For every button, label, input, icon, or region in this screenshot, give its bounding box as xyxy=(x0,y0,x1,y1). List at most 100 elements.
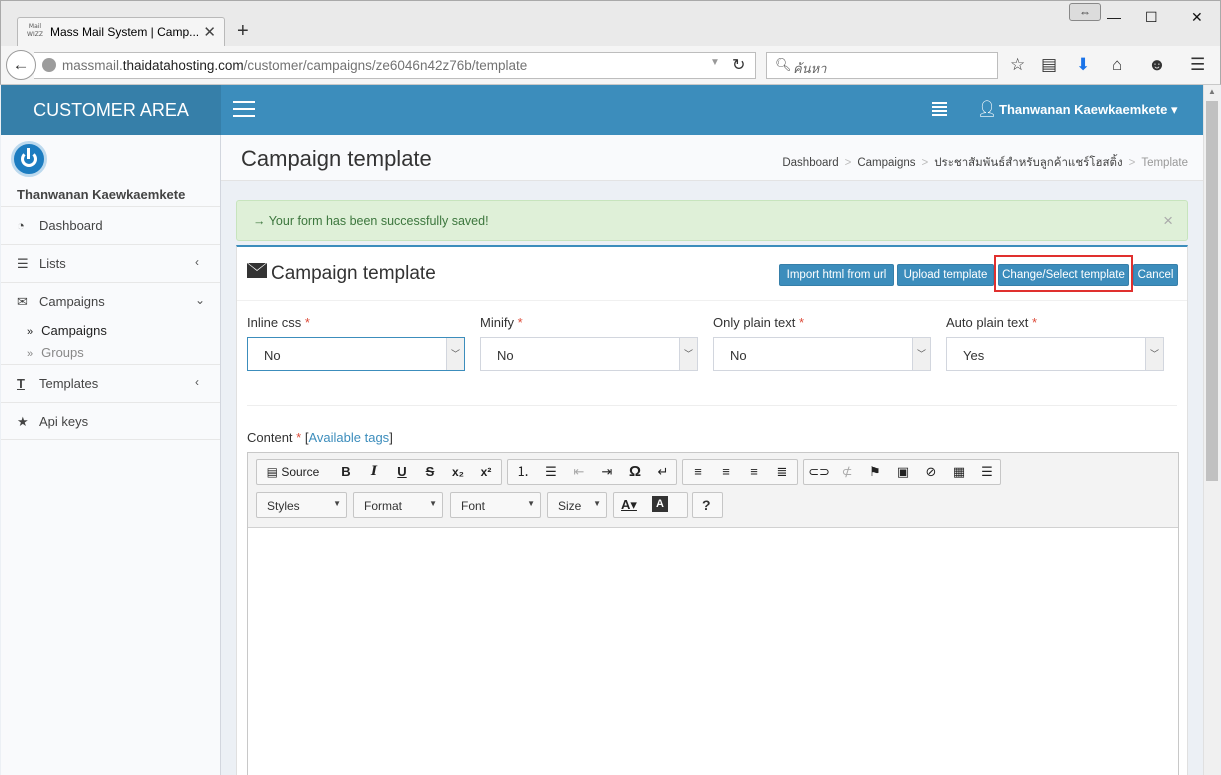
reading-list-icon[interactable]: ▤ xyxy=(1041,55,1057,75)
minify-label: Minify * xyxy=(480,315,523,330)
outdent-icon[interactable]: ⇤ xyxy=(568,463,590,481)
home-icon[interactable]: ⌂ xyxy=(1112,55,1122,75)
superscript-icon[interactable]: x² xyxy=(475,463,497,481)
minimize-button[interactable]: — xyxy=(1107,9,1121,25)
bg-color-icon[interactable]: A xyxy=(652,496,668,512)
color-combo: A▾ A xyxy=(613,492,688,518)
logo[interactable]: CUSTOMER AREA xyxy=(1,85,221,135)
window-close-button[interactable]: ✕ xyxy=(1191,9,1203,26)
numbered-list-icon[interactable]: ⒈ xyxy=(512,463,534,481)
only-plain-text-label: Only plain text * xyxy=(713,315,805,330)
alert-close-icon[interactable]: × xyxy=(1163,211,1173,231)
list-view-icon[interactable] xyxy=(932,102,947,116)
tab-close-icon[interactable]: ✕ xyxy=(203,23,216,41)
table-icon[interactable]: ▦ xyxy=(948,463,970,481)
template-box: Campaign template Import html from url U… xyxy=(236,245,1188,775)
sidebar-item-campaigns[interactable]: ✉ Campaigns ⌄ » Campaigns » Groups xyxy=(1,282,220,368)
source-button[interactable]: ▤ Source xyxy=(261,463,325,481)
alert-text: → Your form has been successfully saved! xyxy=(253,214,489,228)
chevron-down-icon: ⌄ xyxy=(195,293,206,307)
sidebar-subitem-groups[interactable]: » Groups xyxy=(27,345,84,360)
underline-icon[interactable]: U xyxy=(391,463,413,481)
editor-content-area[interactable] xyxy=(248,529,1178,775)
scroll-thumb[interactable] xyxy=(1206,101,1218,481)
strikethrough-icon[interactable]: S xyxy=(419,463,441,481)
download-icon[interactable]: ⬇ xyxy=(1076,55,1090,75)
link-icon[interactable]: ⊂⊃ xyxy=(808,463,830,481)
indent-icon[interactable]: ⇥ xyxy=(596,463,618,481)
rich-text-editor: ▤ Source B I U S x₂ x² ⒈ ☰ ⇤ ⇥ Ω ↵ ≡ ≡ ≡… xyxy=(247,452,1179,775)
url-text[interactable]: massmail.thaidatahosting.com/customer/ca… xyxy=(62,58,527,73)
unlink-icon[interactable]: ⊄ xyxy=(836,463,858,481)
image-icon[interactable]: ▣ xyxy=(892,463,914,481)
sidebar-item-label: Templates xyxy=(39,376,99,391)
bookmark-star-icon[interactable]: ☆ xyxy=(1010,55,1025,75)
font-combo[interactable]: Font ▼ xyxy=(450,492,541,518)
scroll-up-icon[interactable]: ▲ xyxy=(1208,87,1216,96)
success-alert: → Your form has been successfully saved!… xyxy=(236,200,1188,241)
breadcrumb-campaigns[interactable]: Campaigns xyxy=(857,157,915,169)
inline-css-select[interactable]: No ﹀ xyxy=(247,337,465,371)
minify-select[interactable]: No ﹀ xyxy=(480,337,698,371)
sidebar-item-templates[interactable]: T Templates ‹ xyxy=(1,364,220,402)
url-dropdown-icon[interactable]: ▼ xyxy=(710,57,720,68)
italic-icon[interactable]: I xyxy=(363,463,385,481)
bold-icon[interactable]: B xyxy=(335,463,357,481)
size-combo[interactable]: Size ▼ xyxy=(547,492,607,518)
page-break-icon[interactable]: ↵ xyxy=(652,463,674,481)
back-button[interactable]: ← xyxy=(6,50,36,80)
text-icon: T xyxy=(17,376,25,391)
reload-icon[interactable]: ↻ xyxy=(732,55,745,75)
anchor-flag-icon[interactable]: ⚑ xyxy=(864,463,886,481)
auto-plain-text-select[interactable]: Yes ﹀ xyxy=(946,337,1164,371)
sidebar-item-dashboard[interactable]: ◔ Dashboard xyxy=(1,206,220,244)
only-plain-text-select[interactable]: No ﹀ xyxy=(713,337,931,371)
sidebar-subitem-campaigns[interactable]: » Campaigns xyxy=(27,323,107,338)
horizontal-line-icon[interactable]: ☰ xyxy=(976,463,998,481)
globe-icon xyxy=(42,58,56,72)
help-button[interactable]: ? xyxy=(692,492,723,518)
special-char-icon[interactable]: Ω xyxy=(624,463,646,481)
chevron-down-icon: ﹀ xyxy=(446,338,464,370)
subscript-icon[interactable]: x₂ xyxy=(447,463,469,481)
align-justify-icon[interactable]: ≣ xyxy=(771,463,793,481)
upload-template-button[interactable]: Upload template xyxy=(897,264,994,286)
text-color-icon[interactable]: A▾ xyxy=(618,496,640,514)
url-bar[interactable]: massmail.thaidatahosting.com/customer/ca… xyxy=(34,52,756,79)
search-bar[interactable]: 🔍︎ ค้นหา xyxy=(766,52,998,79)
align-right-icon[interactable]: ≡ xyxy=(743,463,765,481)
breadcrumb-dashboard[interactable]: Dashboard xyxy=(782,157,838,169)
highlight-box xyxy=(994,255,1133,292)
browser-tab[interactable]: Mail WIZZ Mass Mail System | Camp... ✕ xyxy=(17,17,225,47)
mailwizz-favicon-icon: Mail WIZZ xyxy=(27,23,43,38)
sidebar-item-api-keys[interactable]: ★ Api keys xyxy=(1,402,220,440)
maximize-button[interactable]: ☐ xyxy=(1145,9,1158,26)
breadcrumb: Dashboard > Campaigns > ประชาสัมพันธ์สำหรับล… xyxy=(782,157,1188,169)
page-header: Campaign template Dashboard > Campaigns > ปร… xyxy=(221,135,1203,181)
smiley-icon[interactable]: ☻ xyxy=(1148,55,1166,75)
inline-css-label: Inline css * xyxy=(247,315,310,330)
sidebar-toggle-icon[interactable] xyxy=(233,101,255,119)
menu-icon[interactable]: ☰ xyxy=(1190,55,1205,75)
available-tags-link[interactable]: Available tags xyxy=(308,430,389,445)
double-chevron-icon: » xyxy=(27,326,34,338)
import-html-button[interactable]: Import html from url xyxy=(779,264,894,286)
new-tab-button[interactable]: + xyxy=(237,21,249,41)
cancel-button[interactable]: Cancel xyxy=(1133,264,1178,286)
sidebar-item-lists[interactable]: ☰ Lists ‹ xyxy=(1,244,220,282)
sidebar-item-label: Dashboard xyxy=(39,218,103,233)
breadcrumb-template: Template xyxy=(1141,157,1188,169)
align-center-icon[interactable]: ≡ xyxy=(715,463,737,481)
search-input[interactable]: ค้นหา xyxy=(793,58,826,79)
format-combo[interactable]: Format ▼ xyxy=(353,492,443,518)
page-scrollbar[interactable]: ▲ xyxy=(1203,85,1220,775)
toolbar-group-basic: ▤ Source B I U S x₂ x² xyxy=(256,459,502,485)
flash-icon[interactable]: ⊘ xyxy=(920,463,942,481)
breadcrumb-campaign[interactable]: ประชาสัมพันธ์สำหรับลูกค้าแชร์โฮสติ้ง xyxy=(934,157,1122,169)
toolbar-group-paragraph: ⒈ ☰ ⇤ ⇥ Ω ↵ xyxy=(507,459,677,485)
double-chevron-icon: » xyxy=(27,348,34,360)
styles-combo[interactable]: Styles ▼ xyxy=(256,492,347,518)
user-menu[interactable]: Thanwanan Kaewkaemkete ▾ xyxy=(999,102,1178,118)
align-left-icon[interactable]: ≡ xyxy=(687,463,709,481)
bulleted-list-icon[interactable]: ☰ xyxy=(540,463,562,481)
